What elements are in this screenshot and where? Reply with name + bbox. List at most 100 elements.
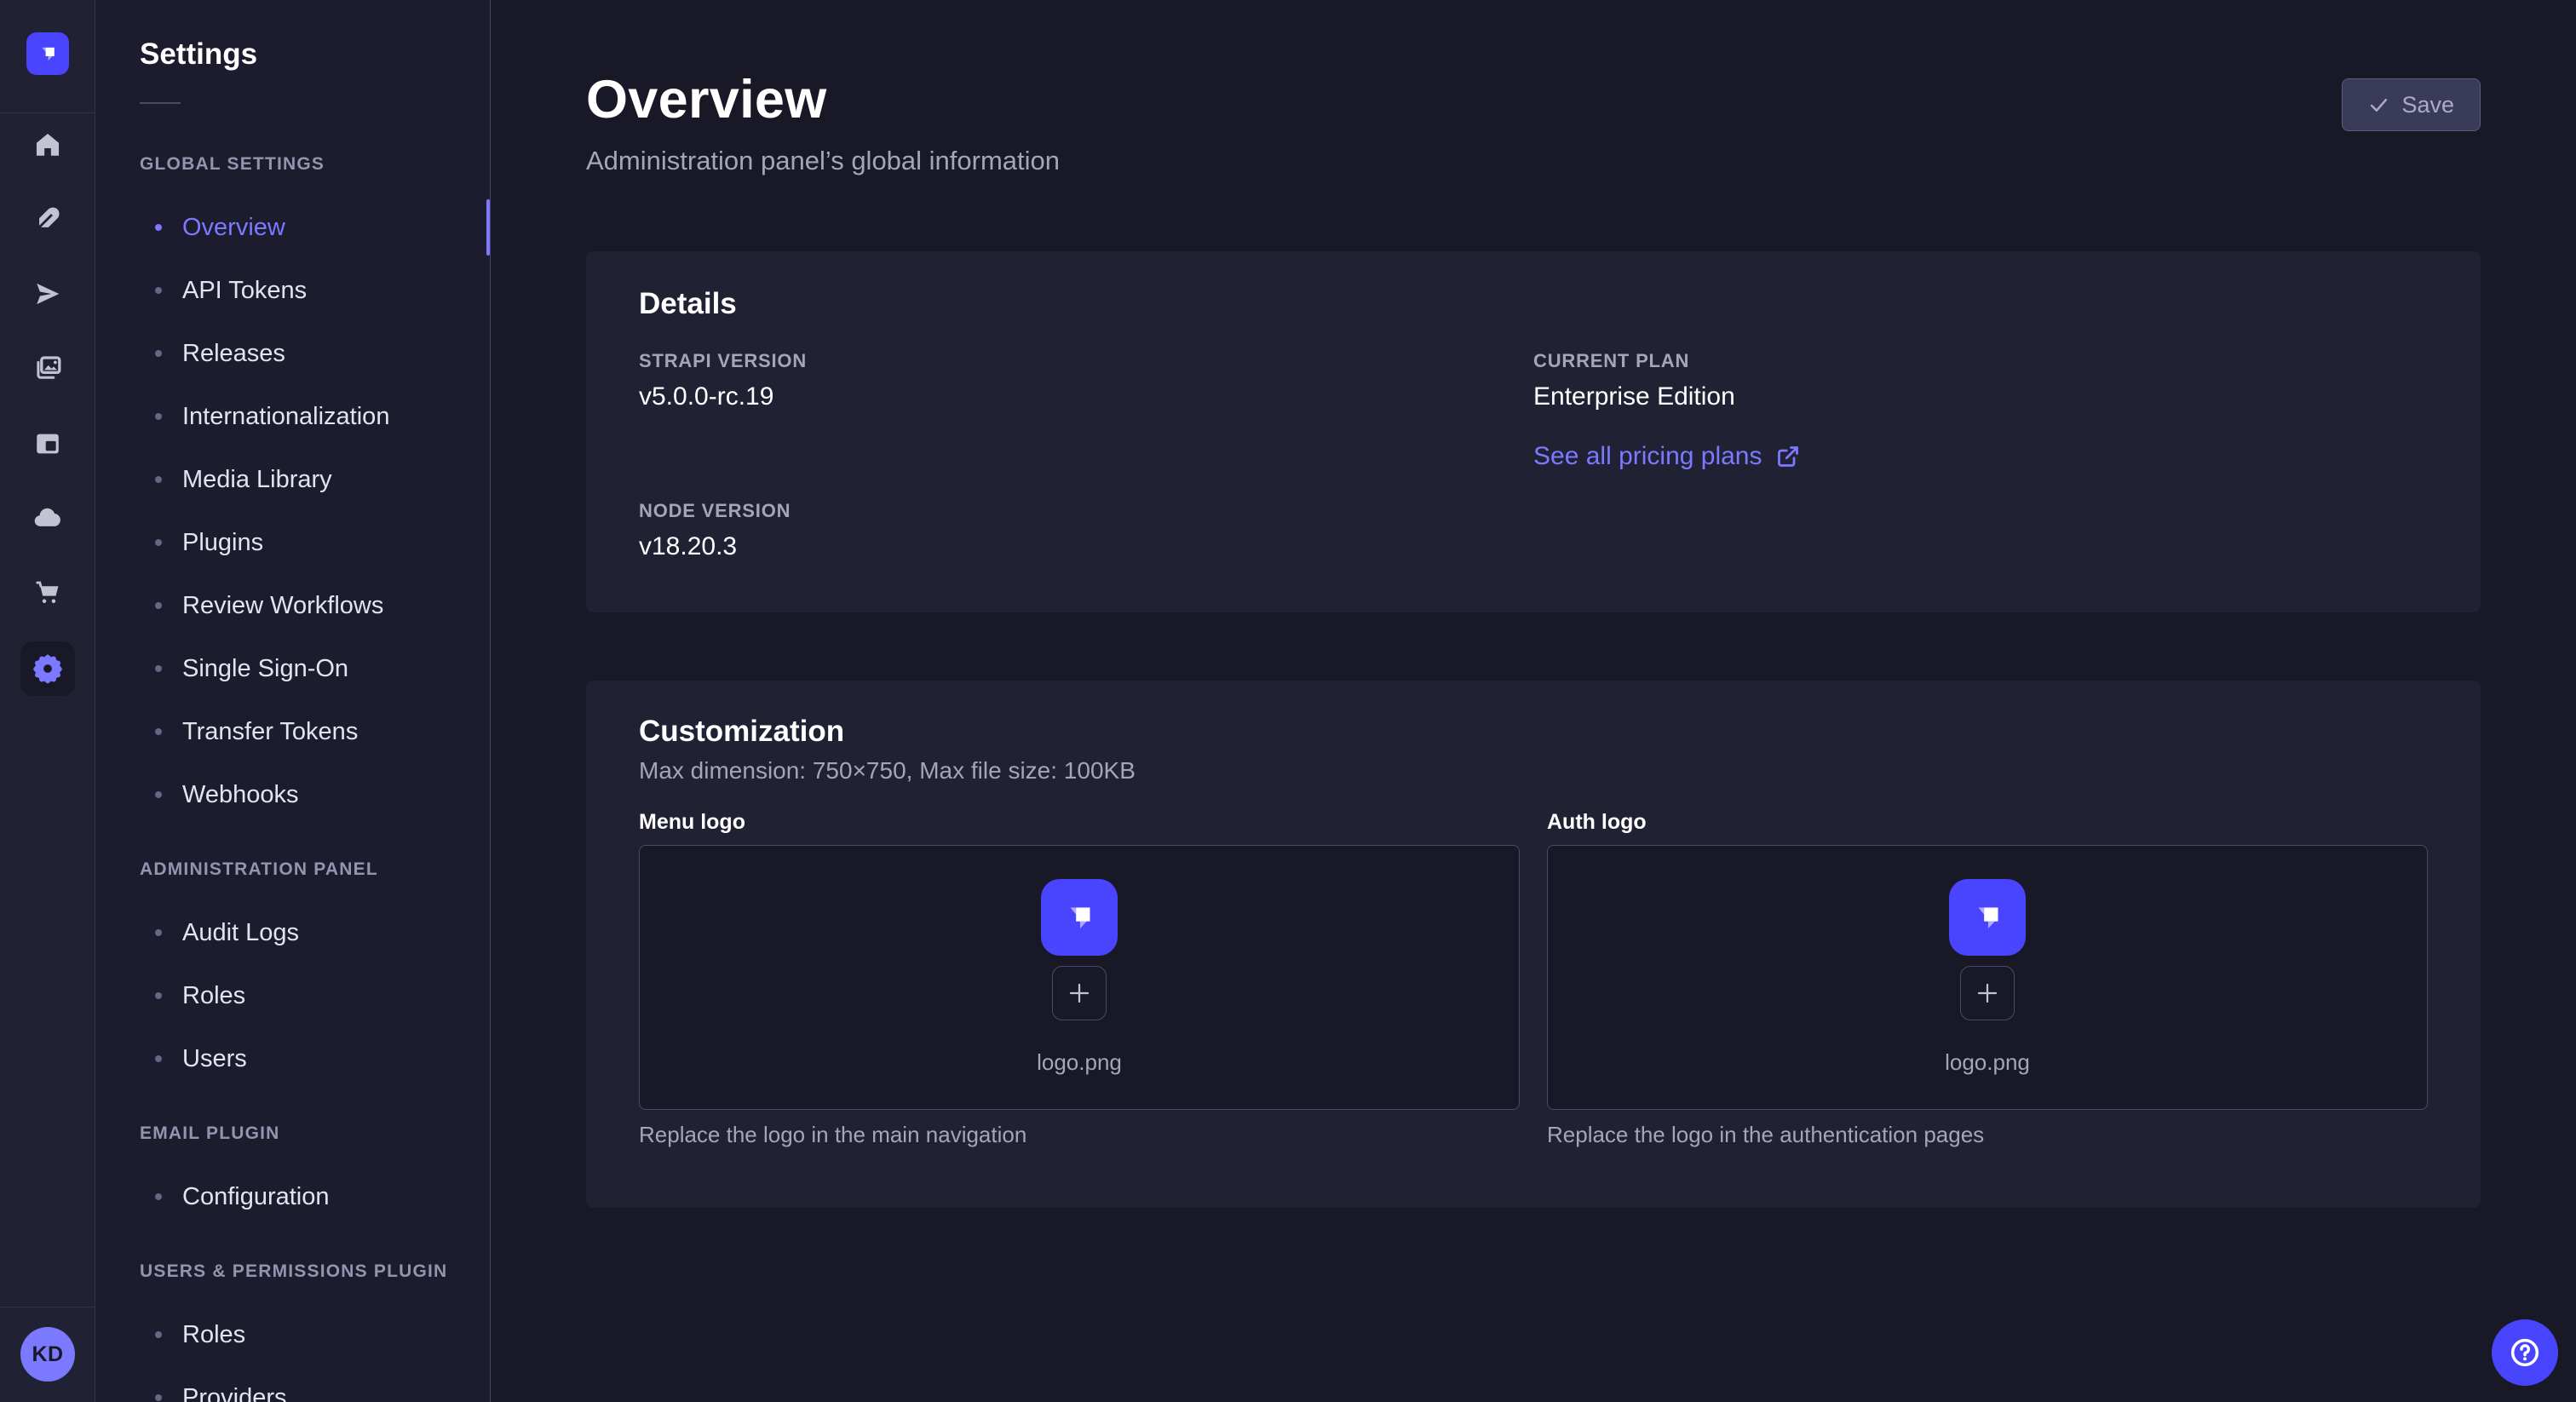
email-plugin-list: Configuration: [95, 1165, 490, 1228]
sidebar-item-label: Review Workflows: [182, 592, 383, 620]
sidebar-item-review-workflows[interactable]: Review Workflows: [95, 574, 490, 637]
plus-icon: [1067, 980, 1092, 1006]
menu-logo-caption: Replace the logo in the main navigation: [639, 1122, 1520, 1148]
sidebar-item-label: Webhooks: [182, 781, 299, 809]
cloud-icon[interactable]: [0, 492, 95, 543]
users-permissions-list: Roles Providers: [95, 1303, 490, 1402]
icon-rail: KD: [0, 0, 95, 1402]
section-label-global-settings: GLOBAL SETTINGS: [95, 133, 490, 196]
customization-card: Customization Max dimension: 750×750, Ma…: [586, 681, 2481, 1208]
section-label-users-permissions-plugin: USERS & PERMISSIONS PLUGIN: [95, 1240, 490, 1303]
pricing-plans-link-row[interactable]: See all pricing plans: [1533, 442, 2428, 471]
menu-logo-section: Menu logo: [639, 810, 1520, 1148]
sidebar-item-admin-roles[interactable]: Roles: [95, 964, 490, 1027]
menu-logo-preview: [1041, 879, 1118, 956]
auth-logo-section: Auth logo: [1547, 810, 2428, 1148]
sidebar-item-internationalization[interactable]: Internationalization: [95, 385, 490, 448]
sidebar-item-overview[interactable]: Overview: [95, 196, 490, 259]
media-library-icon[interactable]: [0, 342, 95, 394]
sidebar-item-label: Audit Logs: [182, 919, 299, 947]
help-button[interactable]: [2492, 1319, 2558, 1386]
save-button[interactable]: Save: [2342, 78, 2481, 131]
bullet-icon: [155, 791, 162, 798]
auth-logo-caption: Replace the logo in the authentication p…: [1547, 1122, 2428, 1148]
current-plan-field: CURRENT PLAN Enterprise Edition: [1533, 350, 2428, 411]
customization-card-title: Customization: [639, 715, 2428, 749]
sidebar-item-admin-users[interactable]: Users: [95, 1027, 490, 1090]
bullet-icon: [155, 350, 162, 357]
sidebar-item-email-configuration[interactable]: Configuration: [95, 1165, 490, 1228]
check-icon: [2368, 95, 2389, 116]
sidebar-item-label: Users: [182, 1045, 247, 1073]
sidebar-item-releases[interactable]: Releases: [95, 322, 490, 385]
section-label-administration-panel: ADMINISTRATION PANEL: [95, 838, 490, 901]
sidebar-item-label: Providers: [182, 1384, 287, 1402]
bullet-icon: [155, 287, 162, 294]
sidebar-item-audit-logs[interactable]: Audit Logs: [95, 901, 490, 964]
pricing-plans-link[interactable]: See all pricing plans: [1533, 442, 1762, 471]
sidebar-item-up-roles[interactable]: Roles: [95, 1303, 490, 1366]
bullet-icon: [155, 1394, 162, 1401]
node-version-field: NODE VERSION v18.20.3: [639, 500, 1533, 561]
gear-icon: [32, 652, 64, 685]
marketplace-cart-icon[interactable]: [0, 567, 95, 618]
node-version-label: NODE VERSION: [639, 500, 1533, 522]
main-content: Overview Administration panel’s global i…: [491, 0, 2576, 1402]
sidebar-item-up-providers[interactable]: Providers: [95, 1366, 490, 1402]
details-card-title: Details: [639, 287, 2428, 321]
content-type-builder-layout-icon[interactable]: [0, 418, 95, 469]
auth-logo-label: Auth logo: [1547, 810, 2428, 835]
strapi-logo-button[interactable]: [26, 32, 69, 75]
bullet-icon: [155, 1055, 162, 1062]
sidebar-item-label: Single Sign-On: [182, 655, 348, 683]
sidebar-item-webhooks[interactable]: Webhooks: [95, 763, 490, 826]
current-plan-value: Enterprise Edition: [1533, 382, 2428, 411]
strapi-version-label: STRAPI VERSION: [639, 350, 1533, 372]
bullet-icon: [155, 224, 162, 231]
sidebar-item-label: Overview: [182, 214, 285, 242]
content-feather-icon[interactable]: [0, 193, 95, 244]
user-avatar[interactable]: KD: [20, 1327, 75, 1382]
external-link-icon: [1776, 445, 1800, 468]
settings-gear-active-tile[interactable]: [20, 641, 75, 696]
administration-panel-list: Audit Logs Roles Users: [95, 901, 490, 1090]
bullet-icon: [155, 665, 162, 672]
menu-logo-add-button[interactable]: [1052, 966, 1107, 1020]
auth-logo-filename: logo.png: [1945, 1049, 2030, 1076]
home-icon[interactable]: [0, 119, 95, 170]
settings-subnav: Settings GLOBAL SETTINGS Overview API To…: [95, 0, 491, 1402]
save-button-label: Save: [2401, 92, 2454, 118]
sidebar-item-single-sign-on[interactable]: Single Sign-On: [95, 637, 490, 700]
details-right-column: CURRENT PLAN Enterprise Edition See all …: [1533, 350, 2428, 561]
logo-uploads-grid: Menu logo: [639, 810, 2428, 1148]
releases-send-icon[interactable]: [0, 268, 95, 319]
sidebar-item-transfer-tokens[interactable]: Transfer Tokens: [95, 700, 490, 763]
sidebar-item-label: Releases: [182, 340, 285, 368]
menu-logo-upload-box[interactable]: logo.png: [639, 845, 1520, 1110]
bullet-icon: [155, 728, 162, 735]
rail-divider: [0, 112, 95, 113]
bullet-icon: [155, 992, 162, 999]
customization-card-subtitle: Max dimension: 750×750, Max file size: 1…: [639, 757, 2428, 784]
bullet-icon: [155, 1331, 162, 1338]
subnav-title: Settings: [140, 37, 257, 72]
sidebar-item-api-tokens[interactable]: API Tokens: [95, 259, 490, 322]
current-plan-label: CURRENT PLAN: [1533, 350, 2428, 372]
sidebar-item-media-library[interactable]: Media Library: [95, 448, 490, 511]
sidebar-item-label: Internationalization: [182, 403, 389, 431]
menu-logo-label: Menu logo: [639, 810, 1520, 835]
sidebar-item-label: Transfer Tokens: [182, 718, 358, 746]
global-settings-list: Overview API Tokens Releases Internation…: [95, 196, 490, 826]
question-mark-icon: [2508, 1336, 2542, 1370]
plus-icon: [1975, 980, 2000, 1006]
sidebar-item-label: Roles: [182, 982, 245, 1010]
sidebar-item-label: Media Library: [182, 466, 332, 494]
sidebar-item-plugins[interactable]: Plugins: [95, 511, 490, 574]
auth-logo-upload-box[interactable]: logo.png: [1547, 845, 2428, 1110]
auth-logo-preview: [1949, 879, 2026, 956]
sidebar-item-label: Plugins: [182, 529, 263, 557]
section-label-email-plugin: EMAIL PLUGIN: [95, 1102, 490, 1165]
subnav-title-divider: [140, 102, 181, 104]
sidebar-item-label: Configuration: [182, 1183, 330, 1211]
auth-logo-add-button[interactable]: [1960, 966, 2015, 1020]
